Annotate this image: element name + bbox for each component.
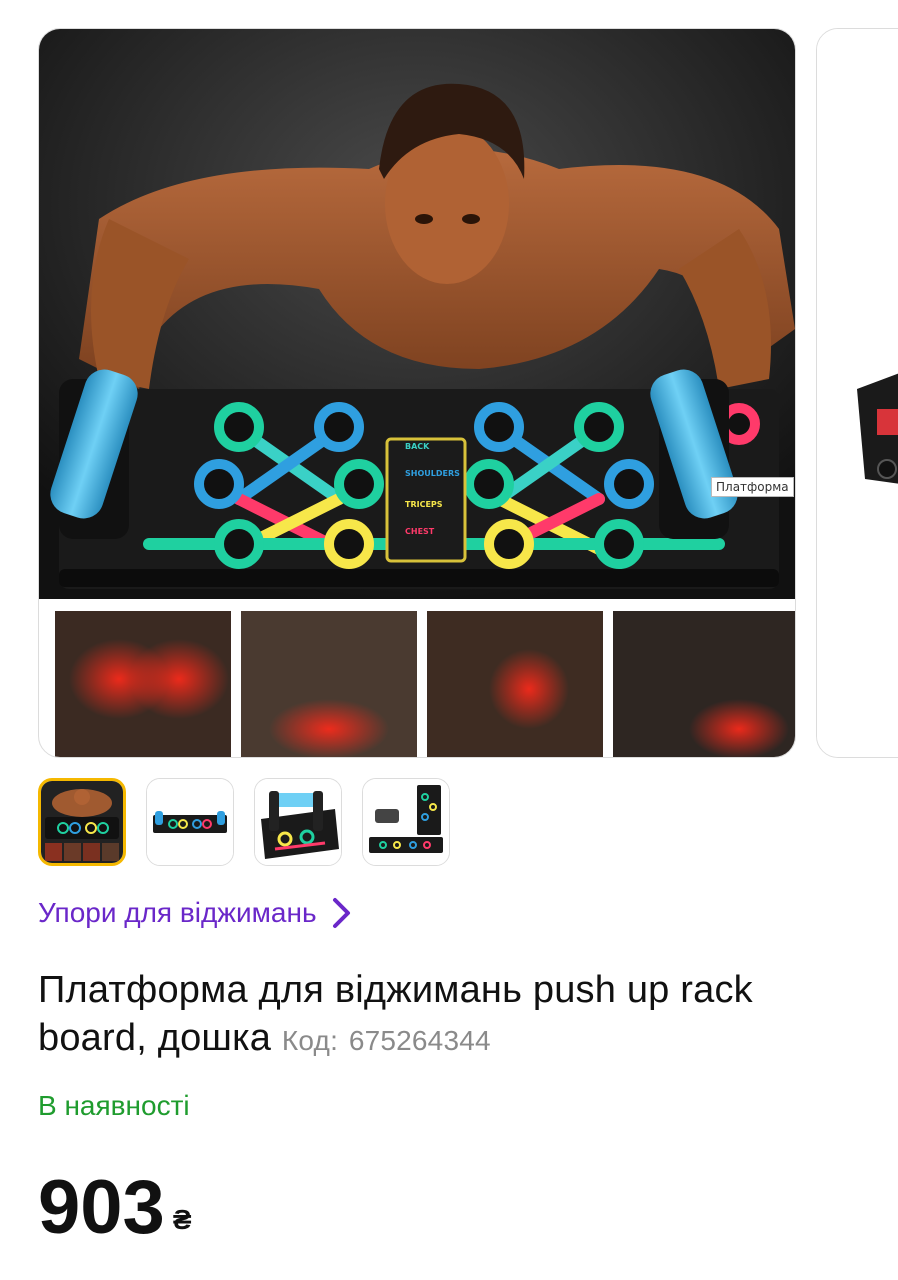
price: 903 ₴ xyxy=(38,1168,192,1248)
product-photo: BACK SHOULDERS TRICEPS CHEST xyxy=(39,29,795,757)
thumbnail-1[interactable] xyxy=(38,778,126,866)
thumbnail-1-image xyxy=(41,781,123,863)
image-caption: Платформа xyxy=(711,477,794,497)
board-label-shoulders: SHOULDERS xyxy=(405,469,460,478)
main-product-image[interactable]: BACK SHOULDERS TRICEPS CHEST Платформа xyxy=(38,28,796,758)
thumbnail-4[interactable] xyxy=(362,778,450,866)
image-carousel[interactable]: BACK SHOULDERS TRICEPS CHEST Платформа xyxy=(38,28,898,758)
thumbnail-2-image xyxy=(147,779,233,865)
thumbnail-3-image xyxy=(255,779,341,865)
availability-status: В наявності xyxy=(38,1090,190,1121)
board-label-back: BACK xyxy=(405,442,430,451)
chevron-right-icon xyxy=(332,898,350,928)
category-label: Упори для віджимань xyxy=(38,897,317,928)
thumbnail-strip xyxy=(38,778,450,866)
price-currency: ₴ xyxy=(172,1204,192,1235)
thumbnail-2[interactable] xyxy=(146,778,234,866)
product-code-label: Код: xyxy=(281,1025,339,1056)
price-value: 903 xyxy=(38,1165,165,1250)
thumbnail-4-image xyxy=(363,779,449,865)
next-product-image[interactable] xyxy=(816,28,898,758)
thumbnail-3[interactable] xyxy=(254,778,342,866)
next-photo xyxy=(817,29,898,757)
product-code-value[interactable]: 675264344 xyxy=(349,1025,491,1056)
product-title: Платформа для віджимань push up rack boa… xyxy=(38,966,858,1065)
category-link[interactable]: Упори для віджимань xyxy=(38,896,353,930)
board-label-chest: CHEST xyxy=(405,527,435,536)
board-label-triceps: TRICEPS xyxy=(405,500,443,509)
